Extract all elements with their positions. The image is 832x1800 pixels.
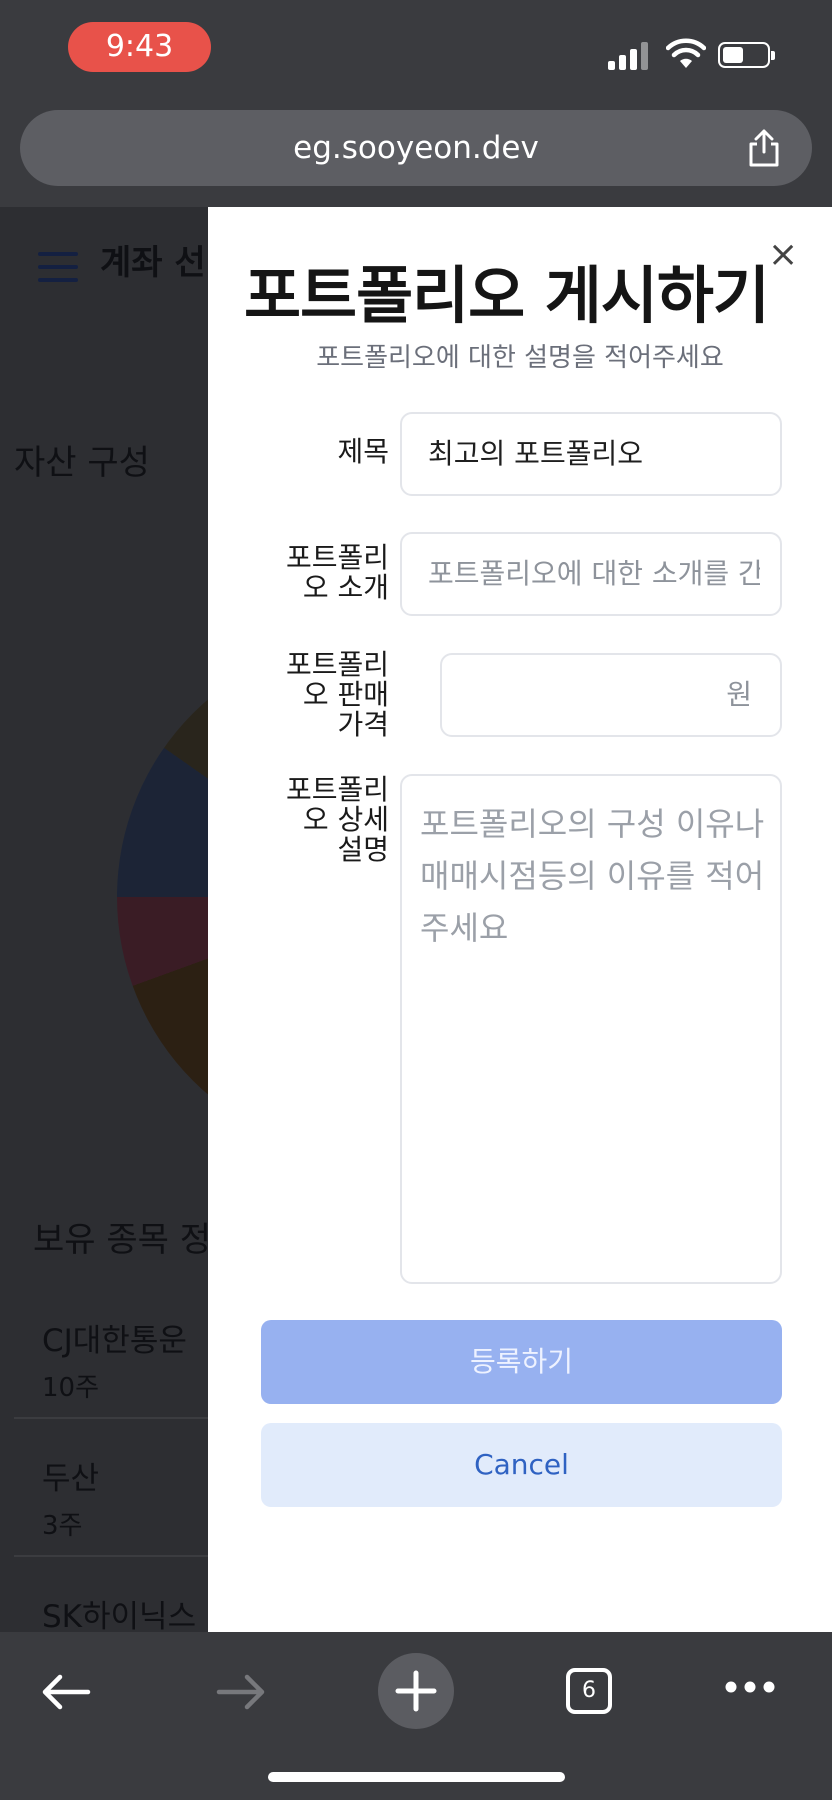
detail-label-line: 오 상세 (302, 803, 389, 836)
forward-arrow-icon[interactable] (215, 1672, 267, 1712)
bg-section-holdings: 보유 종목 정 (33, 1220, 212, 1260)
intro-label-line: 포트폴리 (285, 541, 389, 574)
detail-textarea[interactable]: 포트폴리오의 구성 이유나 매매시점등의 이유를 적어주세요 (400, 774, 782, 1284)
bg-holding-qty: 10주 (42, 1373, 100, 1403)
price-label-line: 오 판매 (302, 678, 389, 711)
home-indicator (268, 1772, 565, 1782)
title-input[interactable]: 최고의 포트폴리오 (400, 412, 782, 496)
publish-portfolio-modal: × 포트폴리오 게시하기 포트폴리오에 대한 설명을 적어주세요 제목 최고의 … (208, 207, 832, 1632)
share-icon[interactable] (746, 128, 782, 168)
plus-icon (395, 1670, 437, 1712)
submit-button[interactable]: 등록하기 (261, 1320, 782, 1404)
cellular-signal-icon (608, 42, 650, 70)
bg-holding-name: CJ대한통운 (42, 1323, 187, 1359)
bg-header-title: 계좌 선 (100, 243, 206, 283)
divider (14, 1417, 214, 1419)
status-bar: 9:43 (0, 0, 832, 100)
title-label: 제목 (337, 435, 389, 468)
bg-holding-name: 두산 (42, 1461, 100, 1497)
intro-input[interactable]: 포트폴리오에 대한 소개를 간 (400, 532, 782, 616)
back-arrow-icon[interactable] (40, 1672, 92, 1712)
title-input-value[interactable]: 최고의 포트폴리오 (428, 414, 760, 494)
intro-input-placeholder[interactable]: 포트폴리오에 대한 소개를 간 (428, 534, 760, 614)
price-label-line: 가격 (337, 708, 389, 741)
price-label-line: 포트폴리 (285, 648, 389, 681)
divider (14, 1555, 214, 1557)
price-input[interactable]: 원 (440, 653, 782, 737)
intro-label: 포트폴리 오 소개 (249, 543, 389, 603)
tabs-count-button[interactable]: 6 (566, 1668, 612, 1714)
status-time: 9:43 (68, 22, 211, 72)
address-bar[interactable]: eg.sooyeon.dev (20, 110, 812, 186)
modal-title: 포트폴리오 게시하기 (244, 259, 770, 332)
detail-label-line: 설명 (337, 833, 389, 866)
detail-label-line: 포트폴리 (285, 773, 389, 806)
url-text[interactable]: eg.sooyeon.dev (20, 110, 812, 186)
battery-icon (718, 42, 775, 68)
new-tab-button[interactable] (378, 1653, 454, 1729)
detail-label: 포트폴리 오 상세 설명 (249, 775, 389, 865)
bg-section-asset: 자산 구성 (14, 443, 150, 483)
more-icon[interactable] (725, 1681, 775, 1693)
close-icon[interactable]: × (768, 237, 798, 273)
price-currency-suffix: 원 (726, 678, 752, 711)
modal-subtitle: 포트폴리오에 대한 설명을 적어주세요 (316, 343, 724, 373)
menu-icon (38, 252, 78, 282)
wifi-icon (666, 38, 706, 68)
price-label: 포트폴리 오 판매 가격 (249, 650, 389, 740)
cancel-button[interactable]: Cancel (261, 1423, 782, 1507)
intro-label-line: 오 소개 (302, 571, 389, 604)
bg-holding-qty: 3주 (42, 1511, 83, 1541)
detail-textarea-placeholder[interactable]: 포트폴리오의 구성 이유나 매매시점등의 이유를 적어주세요 (420, 798, 780, 954)
bg-holding-name: SK하이닉스 (42, 1599, 197, 1632)
